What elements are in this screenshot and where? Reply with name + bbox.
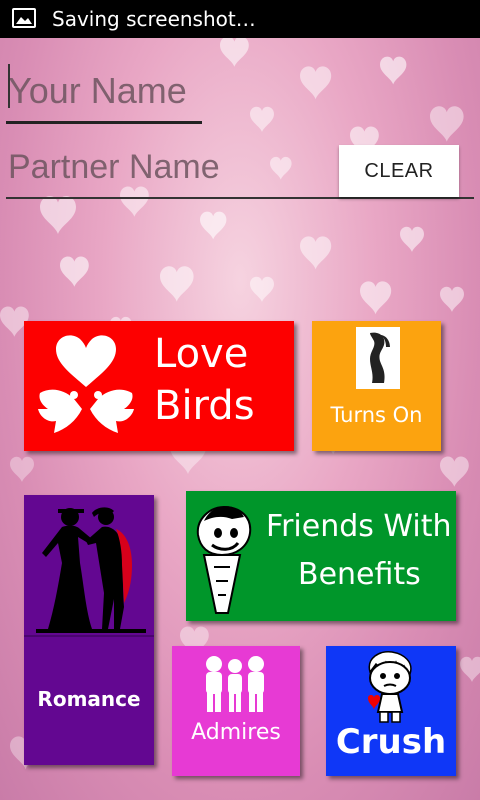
- turns-on-label: Turns On: [330, 403, 423, 427]
- partner-name-input[interactable]: [6, 140, 330, 194]
- your-name-input[interactable]: [6, 60, 206, 122]
- admires-label: Admires: [191, 720, 281, 745]
- admires-people-icon: [206, 656, 264, 712]
- turns-on-icon: [356, 327, 400, 389]
- romance-couple-icon: [36, 507, 146, 633]
- status-bar: Saving screenshot…: [0, 0, 480, 38]
- love-birds-label-line2: Birds: [154, 383, 255, 429]
- fwb-label-line1: Friends With: [266, 509, 452, 544]
- image-icon: [12, 8, 36, 28]
- romance-tile[interactable]: Romance: [24, 495, 154, 765]
- status-text: Saving screenshot…: [52, 7, 256, 31]
- text-cursor: [8, 64, 10, 108]
- partner-name-underline: [6, 197, 474, 199]
- love-birds-icon: [38, 335, 134, 433]
- your-name-underline: [6, 121, 202, 124]
- friends-with-benefits-tile[interactable]: Friends With Benefits: [186, 491, 456, 621]
- turns-on-tile[interactable]: Turns On: [312, 321, 441, 451]
- love-birds-tile[interactable]: Love Birds: [24, 321, 294, 451]
- friends-with-benefits-icon: [196, 505, 252, 614]
- admires-tile[interactable]: Admires: [172, 646, 300, 776]
- romance-label: Romance: [37, 687, 141, 711]
- crush-tile[interactable]: Crush: [326, 646, 456, 776]
- romance-divider: [24, 635, 154, 637]
- crush-boy-icon: [368, 650, 412, 723]
- clear-button[interactable]: CLEAR: [339, 145, 459, 197]
- crush-label: Crush: [335, 722, 447, 762]
- love-birds-label-line1: Love: [154, 331, 249, 377]
- fwb-label-line2: Benefits: [298, 557, 421, 592]
